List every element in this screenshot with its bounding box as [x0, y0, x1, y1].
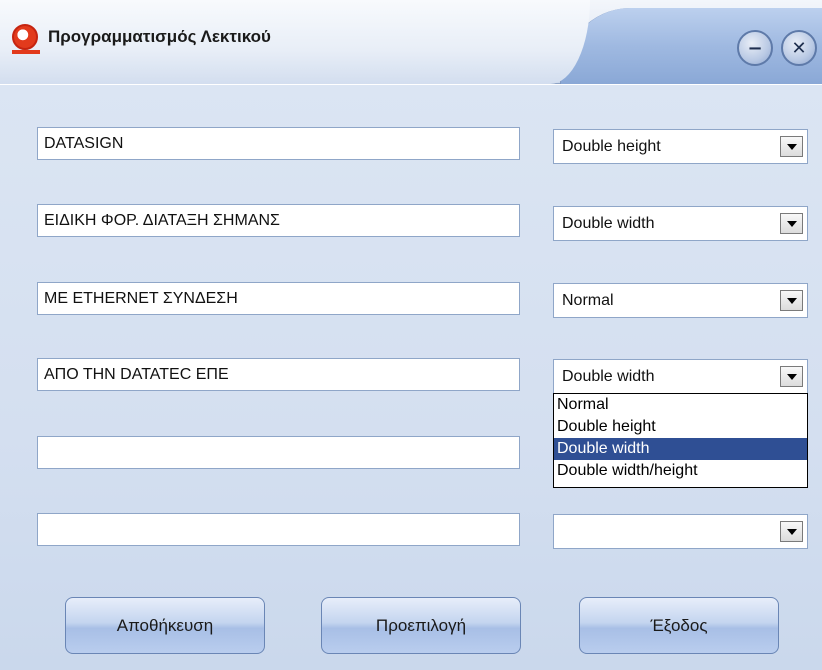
window-title: Προγραμματισμός Λεκτικού — [48, 27, 271, 46]
close-icon: ✕ — [791, 37, 807, 59]
text-line-2-input[interactable] — [37, 204, 520, 237]
chevron-down-icon[interactable] — [780, 366, 803, 387]
text-line-4-input[interactable] — [37, 358, 520, 391]
text-line-6-input[interactable] — [37, 513, 520, 546]
chevron-down-icon[interactable] — [780, 213, 803, 234]
chevron-down-icon[interactable] — [780, 136, 803, 157]
line-4-size-select[interactable]: Double width — [553, 359, 808, 394]
save-button[interactable]: Αποθήκευση — [65, 597, 265, 654]
minimize-icon: − — [747, 37, 763, 59]
chevron-down-icon[interactable] — [780, 290, 803, 311]
line-2-size-select[interactable]: Double width — [553, 206, 808, 241]
app-logo-icon — [12, 24, 38, 50]
line-3-size-select[interactable]: Normal — [553, 283, 808, 318]
chevron-down-icon[interactable] — [780, 521, 803, 542]
line-1-size-value: Double height — [562, 138, 661, 155]
line-4-size-dropdown-list[interactable]: Normal Double height Double width Double… — [553, 393, 808, 488]
default-button[interactable]: Προεπιλογή — [321, 597, 521, 654]
dropdown-option-normal[interactable]: Normal — [554, 394, 807, 416]
line-1-size-select[interactable]: Double height — [553, 129, 808, 164]
text-line-3-input[interactable] — [37, 282, 520, 315]
dropdown-option-double-width-height[interactable]: Double width/height — [554, 460, 807, 482]
text-line-5-input[interactable] — [37, 436, 520, 469]
line-2-size-value: Double width — [562, 215, 655, 232]
line-6-size-select[interactable] — [553, 514, 808, 549]
line-3-size-value: Normal — [562, 292, 614, 309]
exit-button[interactable]: Έξοδος — [579, 597, 779, 654]
close-button[interactable]: ✕ — [781, 30, 817, 66]
dropdown-option-double-width[interactable]: Double width — [554, 438, 807, 460]
text-line-1-input[interactable] — [37, 127, 520, 160]
minimize-button[interactable]: − — [737, 30, 773, 66]
title-bar[interactable]: Προγραμματισμός Λεκτικού − ✕ — [0, 0, 822, 84]
line-4-size-value: Double width — [562, 368, 655, 385]
dropdown-option-double-height[interactable]: Double height — [554, 416, 807, 438]
app-logo-underline — [12, 50, 40, 54]
